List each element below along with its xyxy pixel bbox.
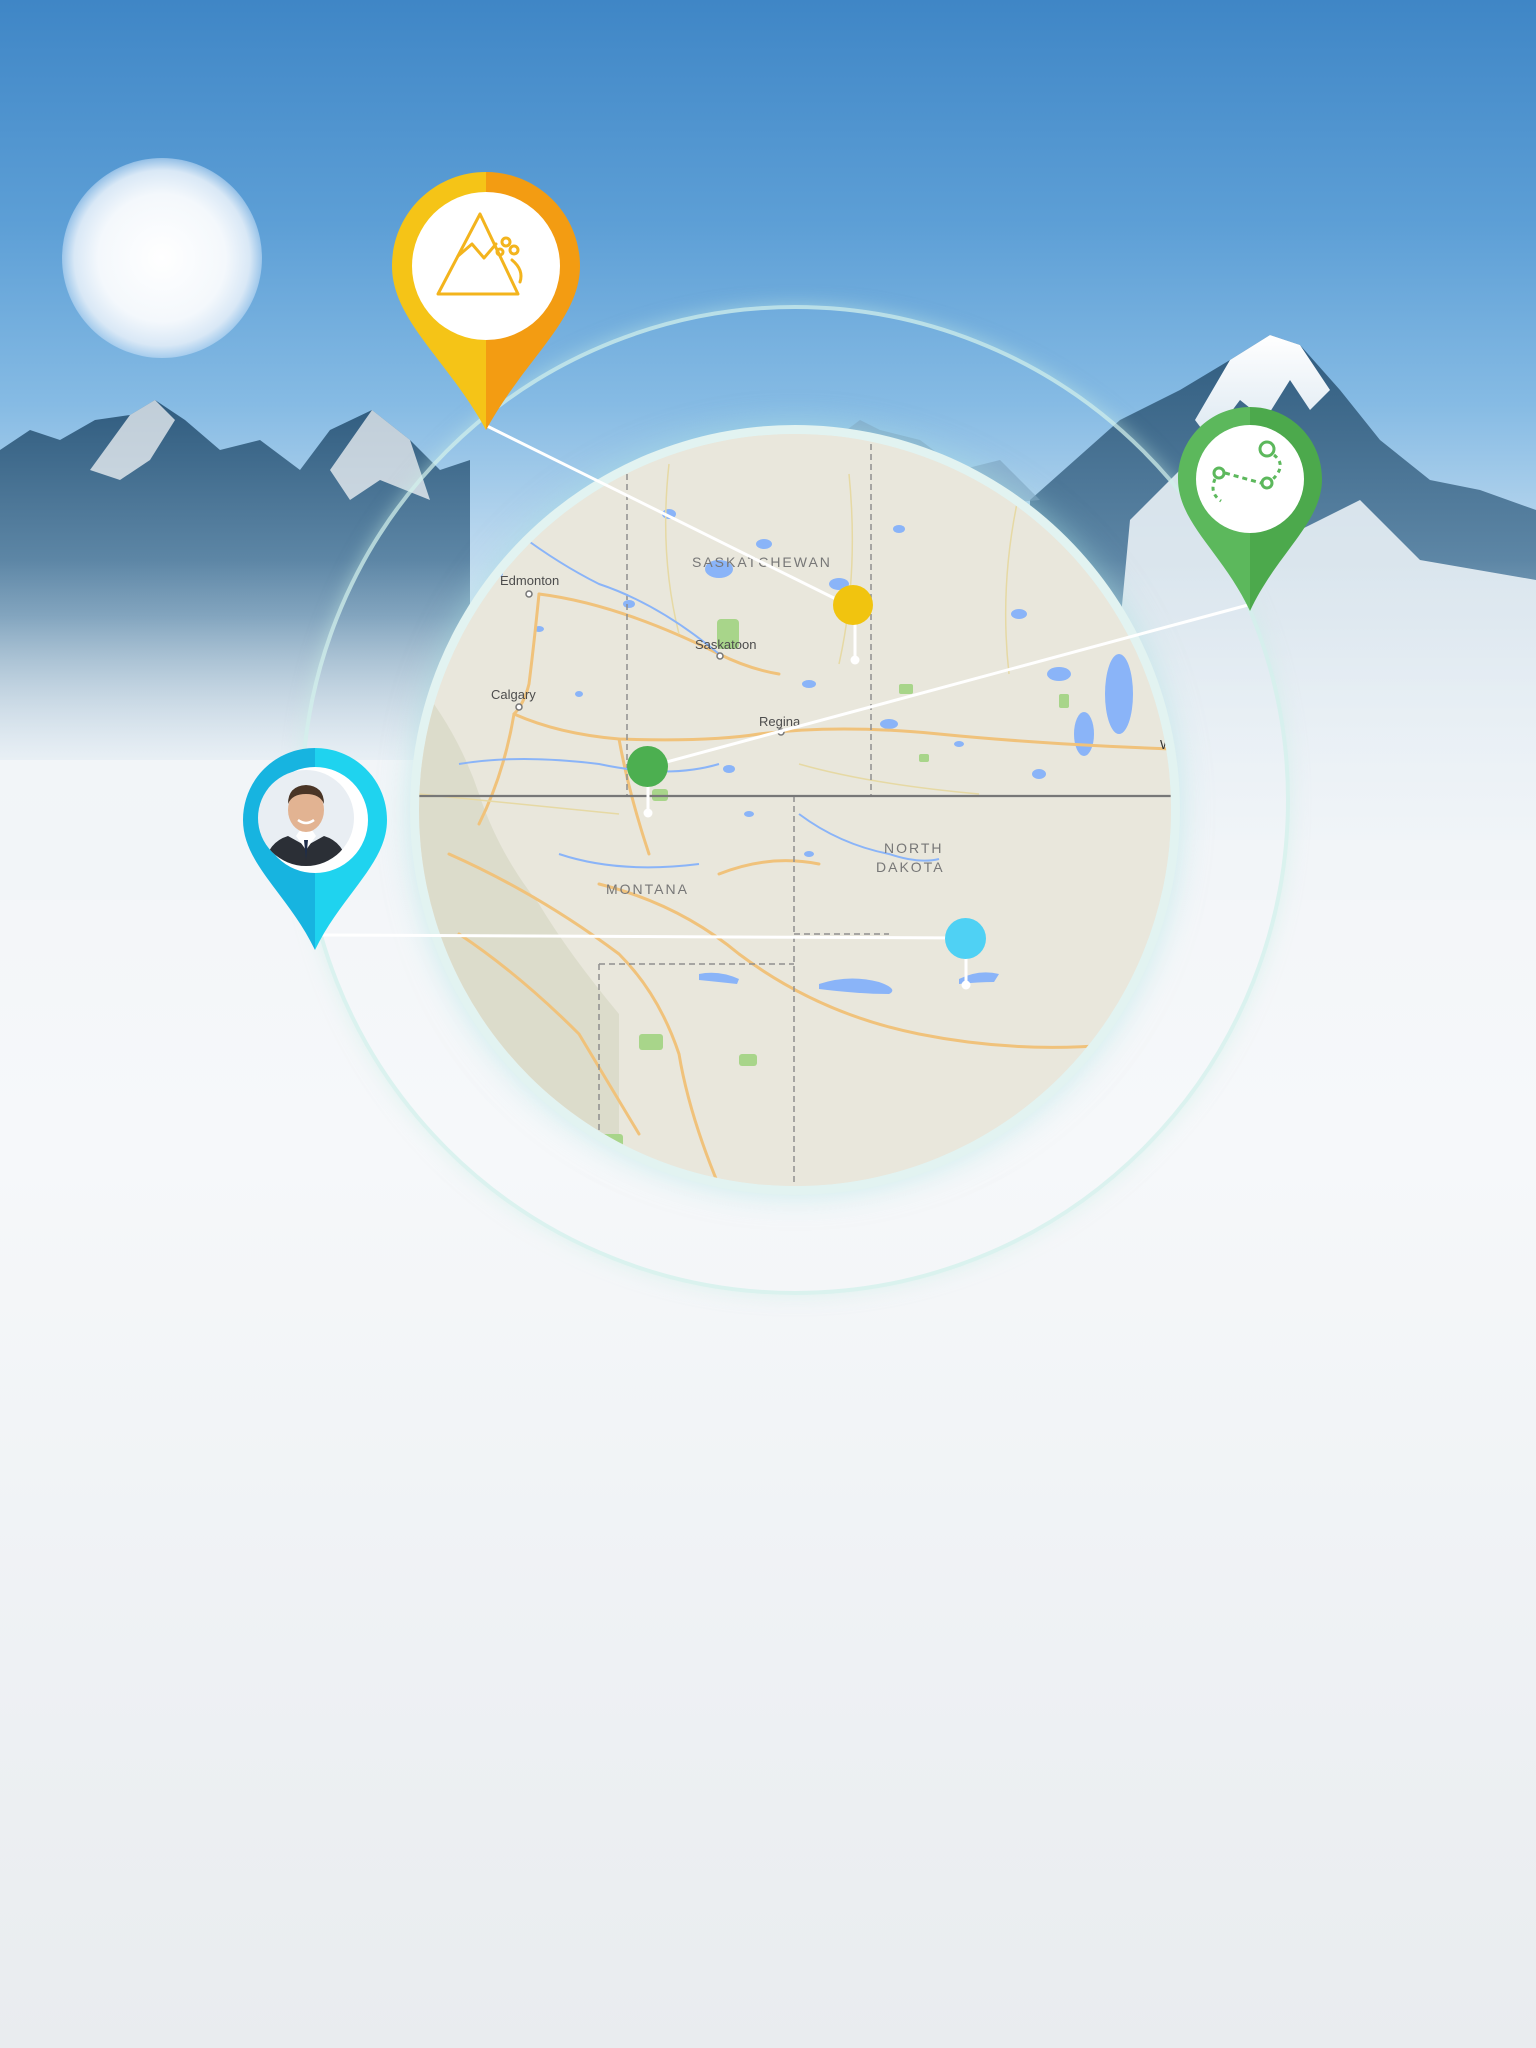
connector-lines [314, 423, 1249, 990]
map-marker-yellow[interactable] [833, 585, 873, 625]
map-marker-green[interactable] [627, 746, 668, 787]
avalanche-pin[interactable] [388, 170, 584, 432]
map-marker-cyan[interactable] [945, 918, 986, 959]
route-pin[interactable] [1175, 405, 1325, 613]
scene: Edmonton Calgary SASKATCHEWAN Saskatoon … [0, 0, 1536, 2048]
person-avatar [258, 770, 354, 866]
